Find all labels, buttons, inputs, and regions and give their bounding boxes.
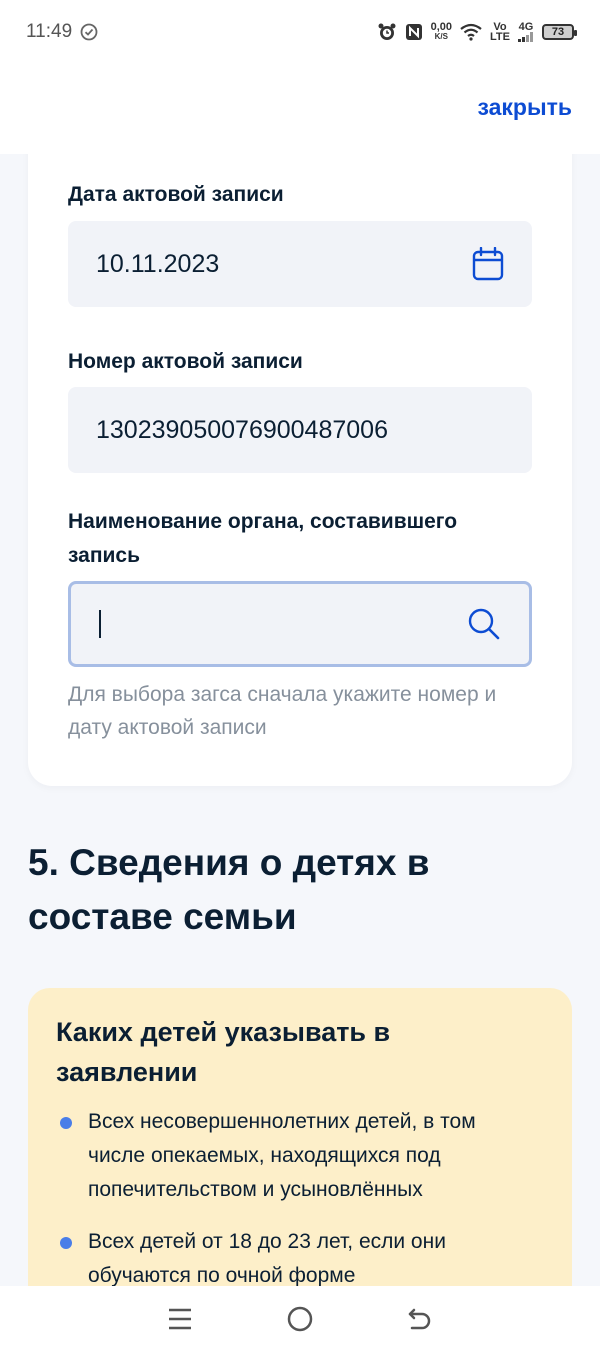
act-number-value: 130239050076900487006 (96, 415, 388, 444)
check-circle-icon (80, 23, 98, 41)
list-item: Всех несовершеннолетних детей, в том чис… (56, 1105, 536, 1207)
nfc-icon (405, 23, 423, 41)
info-title: Каких детей указывать в заявлении (56, 1017, 391, 1087)
act-number-label: Номер актовой записи (68, 350, 303, 373)
search-icon[interactable] (467, 607, 501, 641)
act-number-field[interactable]: 130239050076900487006 (68, 387, 532, 473)
registry-office-hint: Для выбора загса сначала укажите номер и… (68, 683, 497, 739)
status-time: 11:49 (26, 21, 73, 42)
calendar-icon[interactable] (472, 247, 504, 281)
net-speed: 0,00 K/S (431, 22, 452, 42)
system-nav-bar (0, 1286, 600, 1352)
act-date-field[interactable]: 10.11.2023 (68, 221, 532, 307)
close-link[interactable]: закрыть (477, 94, 572, 121)
form-card: Дата актовой записи 10.11.2023 Номер акт… (28, 130, 572, 786)
net-speed-value: 0,00 (430, 21, 453, 33)
signal-indicator: 4G (518, 22, 534, 42)
signal-bars-icon (518, 32, 533, 42)
bullet-dot-icon (60, 1117, 72, 1129)
back-icon (408, 1308, 431, 1330)
battery-indicator: 73 (542, 24, 577, 40)
top-bar: закрыть (0, 64, 600, 154)
act-date-label: Дата актовой записи (68, 183, 284, 206)
home-button[interactable] (280, 1299, 320, 1339)
section-title: 5. Сведения о детях в составе семьи (28, 842, 430, 937)
bullet-dot-icon (60, 1237, 72, 1249)
back-button[interactable] (400, 1299, 440, 1339)
volte-bottom: LTE (490, 31, 510, 43)
list-item: Всех детей от 18 до 23 лет, если они обу… (56, 1225, 536, 1293)
status-bar: 11:49 0,00 K/S Vo LTE 4G 73 (0, 0, 600, 64)
registry-office-search-input[interactable] (68, 581, 532, 667)
network-type: 4G (518, 21, 534, 33)
info-card: Каких детей указывать в заявлении Всех н… (28, 988, 572, 1318)
registry-office-label: Наименование органа, составившего запись (68, 510, 458, 567)
list-item-text: Всех детей от 18 до 23 лет, если они обу… (88, 1230, 446, 1287)
menu-button[interactable] (160, 1299, 200, 1339)
text-cursor (99, 610, 101, 638)
alarm-icon (377, 22, 397, 42)
list-item-text: Всех несовершеннолетних детей, в том чис… (88, 1110, 476, 1201)
menu-icon (169, 1308, 191, 1330)
home-circle-icon (287, 1306, 313, 1332)
wifi-icon (460, 23, 482, 41)
act-date-value: 10.11.2023 (96, 249, 220, 278)
volte-indicator: Vo LTE (490, 22, 510, 43)
net-speed-unit: K/S (434, 32, 448, 41)
